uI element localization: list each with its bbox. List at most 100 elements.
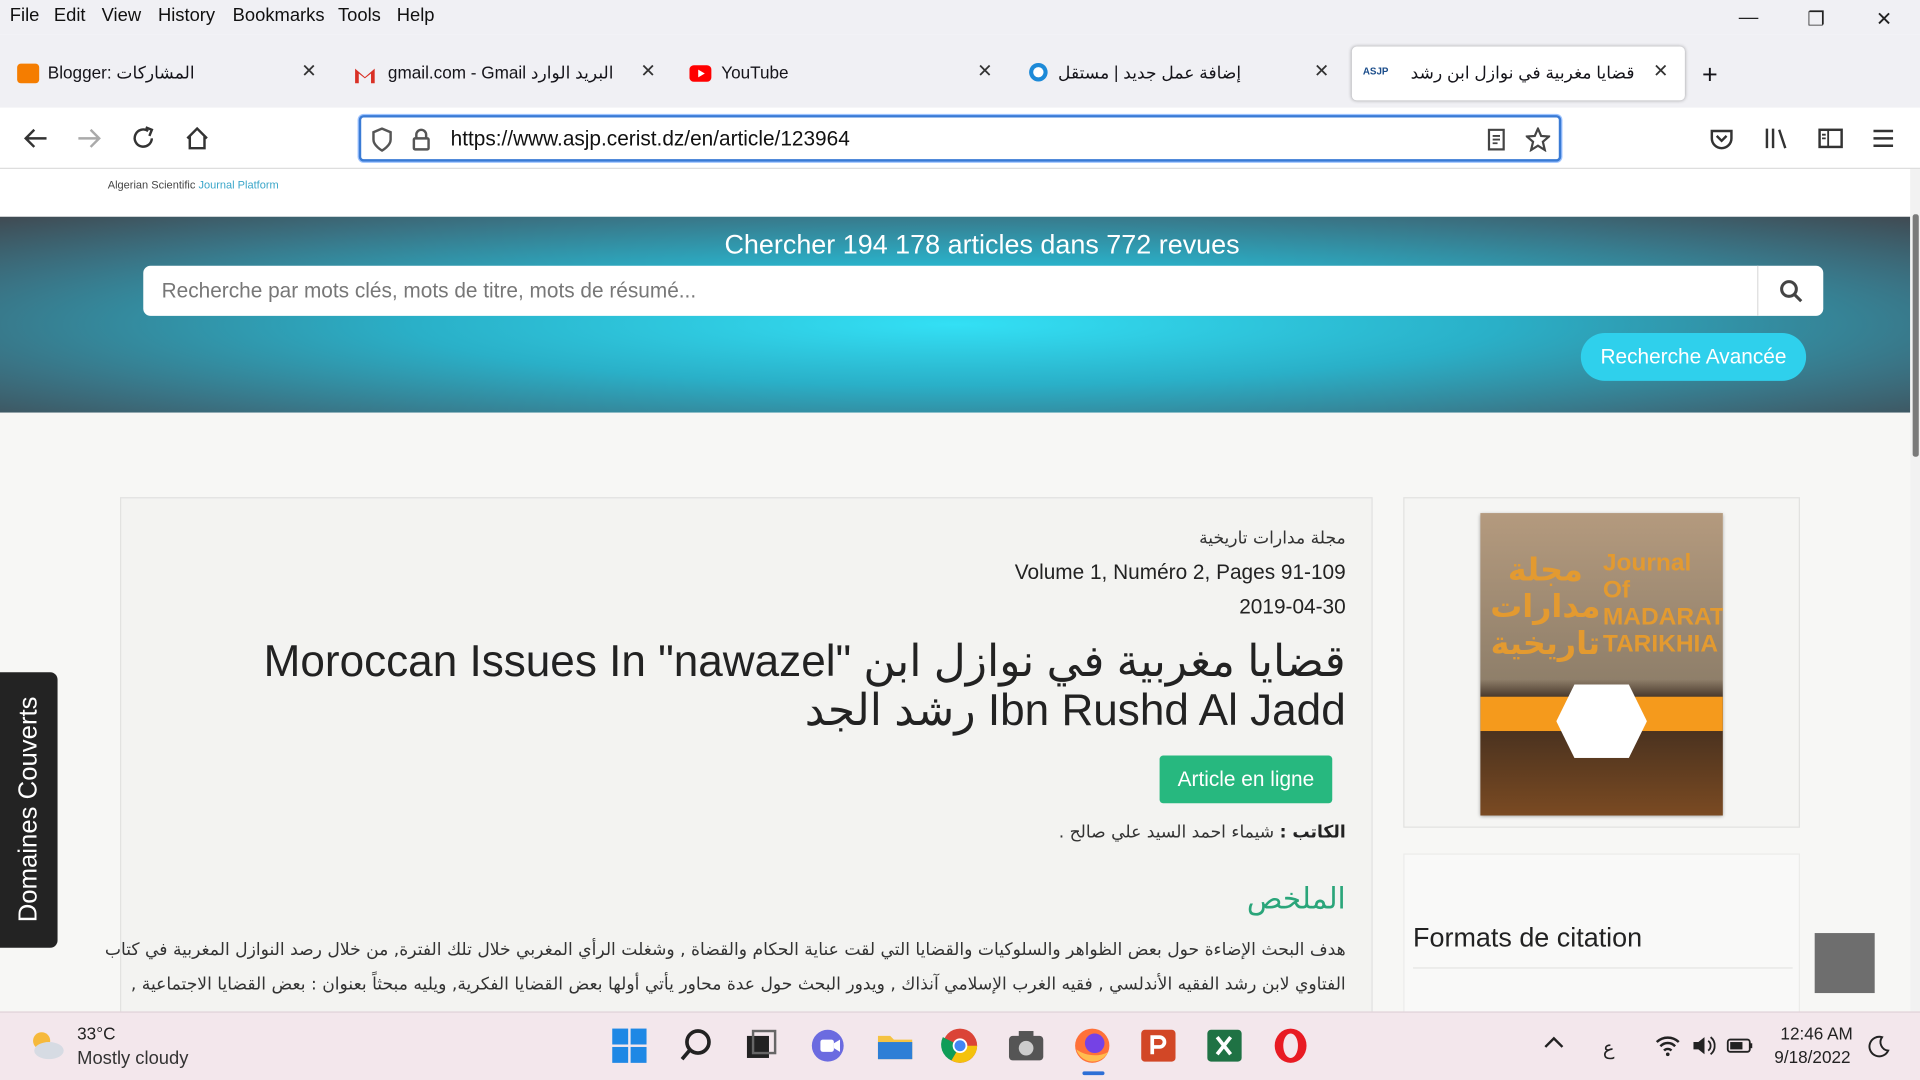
close-tab-icon[interactable]: ✕ — [1314, 60, 1329, 82]
sidebar-icon[interactable] — [1817, 126, 1844, 150]
site-logo-caption[interactable]: Algerian Scientific Journal Platform — [108, 179, 279, 191]
search-taskbar-icon[interactable] — [676, 1025, 718, 1067]
powerpoint-icon[interactable] — [1138, 1025, 1180, 1067]
menu-help[interactable]: Help — [397, 5, 435, 26]
shield-icon[interactable] — [371, 127, 393, 152]
url-bar[interactable]: https://www.asjp.cerist.dz/en/article/12… — [358, 115, 1562, 162]
opera-icon[interactable] — [1270, 1025, 1312, 1067]
clock-date[interactable]: 9/18/2022 — [1774, 1047, 1850, 1067]
tab-gmail[interactable]: gmail.com - Gmail البريد الوارد ✕ — [347, 47, 668, 101]
excel-icon[interactable] — [1204, 1025, 1246, 1067]
url-text[interactable]: https://www.asjp.cerist.dz/en/article/12… — [451, 127, 850, 151]
menu-history[interactable]: History — [158, 5, 215, 26]
journal-cover-image[interactable]: مجلة مدارات تاريخية Journal Of MADARAT T… — [1480, 513, 1723, 816]
scroll-to-top-button[interactable] — [1814, 933, 1875, 994]
cover-arabic-title: مجلة مدارات تاريخية — [1490, 552, 1601, 663]
gmail-icon — [355, 68, 375, 84]
reader-view-icon[interactable] — [1485, 128, 1507, 151]
volume-icon[interactable] — [1691, 1035, 1716, 1057]
minimize-button[interactable]: — — [1739, 7, 1759, 29]
citation-title: Formats de citation — [1413, 922, 1643, 953]
teams-chat-icon[interactable] — [808, 1025, 850, 1067]
language-indicator[interactable]: ع — [1603, 1036, 1615, 1060]
forward-icon[interactable] — [76, 125, 103, 152]
wifi-icon[interactable] — [1654, 1035, 1681, 1057]
camera-icon[interactable] — [1005, 1025, 1047, 1067]
notifications-moon-icon[interactable] — [1866, 1035, 1890, 1059]
pocket-icon[interactable] — [1709, 126, 1733, 150]
article-title: Moroccan Issues In "nawazel" قضايا مغربي… — [263, 635, 1346, 735]
tab-title: gmail.com - Gmail البريد الوارد — [384, 62, 614, 83]
menu-file[interactable]: File — [10, 5, 40, 26]
tab-youtube[interactable]: YouTube ✕ — [683, 47, 1004, 101]
mostaql-icon — [1029, 62, 1048, 82]
lock-icon[interactable] — [411, 127, 431, 151]
hamburger-menu-icon[interactable] — [1871, 126, 1895, 150]
windows-start-icon[interactable] — [609, 1025, 651, 1067]
library-icon[interactable] — [1763, 126, 1790, 150]
scrollbar-thumb[interactable] — [1912, 214, 1919, 457]
weather-description[interactable]: Mostly cloudy — [77, 1048, 188, 1069]
abstract-text-line: هدف البحث الإضاءة حول بعض الظواهر والسلو… — [104, 940, 1346, 961]
citation-card: Formats de citation — [1403, 853, 1801, 1025]
search-icon — [1779, 279, 1802, 302]
cover-hexagon — [1556, 684, 1647, 758]
blogger-icon — [17, 63, 40, 84]
restore-button[interactable]: ❐ — [1807, 7, 1825, 31]
tab-title: قضايا مغربية في نوازل ابن رشد — [1410, 62, 1635, 83]
close-window-button[interactable]: ✕ — [1876, 7, 1892, 31]
active-app-indicator — [1082, 1071, 1105, 1076]
youtube-icon — [689, 65, 712, 82]
bookmark-star-icon[interactable] — [1525, 127, 1551, 152]
search-banner: Chercher 194 178 articles dans 772 revue… — [0, 216, 1911, 413]
menu-edit[interactable]: Edit — [54, 5, 86, 26]
tab-mostaql[interactable]: إضافة عمل جديد | مستقل ✕ — [1020, 47, 1341, 101]
author-name[interactable]: شيماء احمد السيد علي صالح . — [1059, 823, 1274, 843]
domaines-couverts-tab[interactable]: Domaines Couverts — [0, 672, 58, 948]
search-input[interactable] — [143, 265, 1758, 316]
tab-strip: Blogger: المشاركات ✕ gmail.com - Gmail ا… — [0, 34, 1920, 108]
logo-caption-accent: Journal Platform — [198, 178, 279, 192]
file-explorer-icon[interactable] — [874, 1025, 916, 1067]
logo-caption-text: Algerian Scientific — [107, 178, 196, 192]
show-hidden-icons-chevron-icon[interactable] — [1543, 1035, 1565, 1050]
abstract-text-line: الفتاوي لابن رشد الفقيه الأندلسي , فقيه … — [130, 974, 1346, 995]
windows-taskbar: 33°C Mostly cloudy ع 12:46 AM 9/18/2022 — [0, 1011, 1920, 1080]
close-tab-icon[interactable]: ✕ — [640, 60, 655, 82]
battery-icon[interactable] — [1726, 1038, 1754, 1053]
menu-bar: File Edit View History Bookmarks Tools H… — [0, 0, 1920, 35]
journal-name[interactable]: مجلة مدارات تاريخية — [1199, 529, 1346, 549]
author-line: الكاتب : شيماء احمد السيد علي صالح . — [1059, 823, 1346, 843]
article-card: مجلة مدارات تاريخية Volume 1, Numéro 2, … — [105, 497, 1373, 1024]
chrome-icon[interactable] — [939, 1025, 981, 1067]
close-tab-icon[interactable]: ✕ — [977, 60, 992, 82]
search-button[interactable] — [1757, 265, 1823, 316]
article-online-button[interactable]: Article en ligne — [1159, 755, 1333, 804]
new-tab-button[interactable]: + — [1702, 59, 1718, 113]
close-tab-icon[interactable]: ✕ — [301, 60, 316, 82]
tab-blogger[interactable]: Blogger: المشاركات ✕ — [10, 47, 331, 101]
menu-view[interactable]: View — [102, 5, 141, 26]
weather-cloudy-sun-icon[interactable] — [27, 1027, 66, 1061]
tab-title: إضافة عمل جديد | مستقل — [1057, 62, 1242, 83]
volume-info: Volume 1, Numéro 2, Pages 91-109 — [1014, 560, 1346, 585]
banner-title: Chercher 194 178 articles dans 772 revue… — [724, 228, 1240, 260]
task-view-icon[interactable] — [741, 1025, 783, 1067]
menu-bookmarks[interactable]: Bookmarks — [233, 5, 325, 26]
advanced-search-button[interactable]: Recherche Avancée — [1580, 333, 1807, 381]
journal-cover-card: مجلة مدارات تاريخية Journal Of MADARAT T… — [1403, 497, 1801, 828]
cover-latin-title: Journal Of MADARAT TARIKHIA — [1602, 549, 1723, 658]
clock-time[interactable]: 12:46 AM — [1780, 1024, 1852, 1044]
home-icon[interactable] — [184, 125, 211, 152]
asjp-icon: ASJP — [1362, 66, 1389, 78]
search-box — [143, 265, 1824, 316]
firefox-icon[interactable] — [1071, 1025, 1113, 1067]
menu-tools[interactable]: Tools — [338, 5, 381, 26]
reload-icon[interactable] — [130, 125, 157, 152]
weather-temperature[interactable]: 33°C — [77, 1024, 115, 1044]
close-tab-icon[interactable]: ✕ — [1653, 60, 1668, 82]
tab-asjp-active[interactable]: ASJP قضايا مغربية في نوازل ابن رشد ✕ — [1351, 46, 1685, 101]
domaines-label: Domaines Couverts — [14, 696, 43, 923]
divider — [1413, 967, 1793, 969]
back-icon[interactable] — [22, 125, 49, 152]
